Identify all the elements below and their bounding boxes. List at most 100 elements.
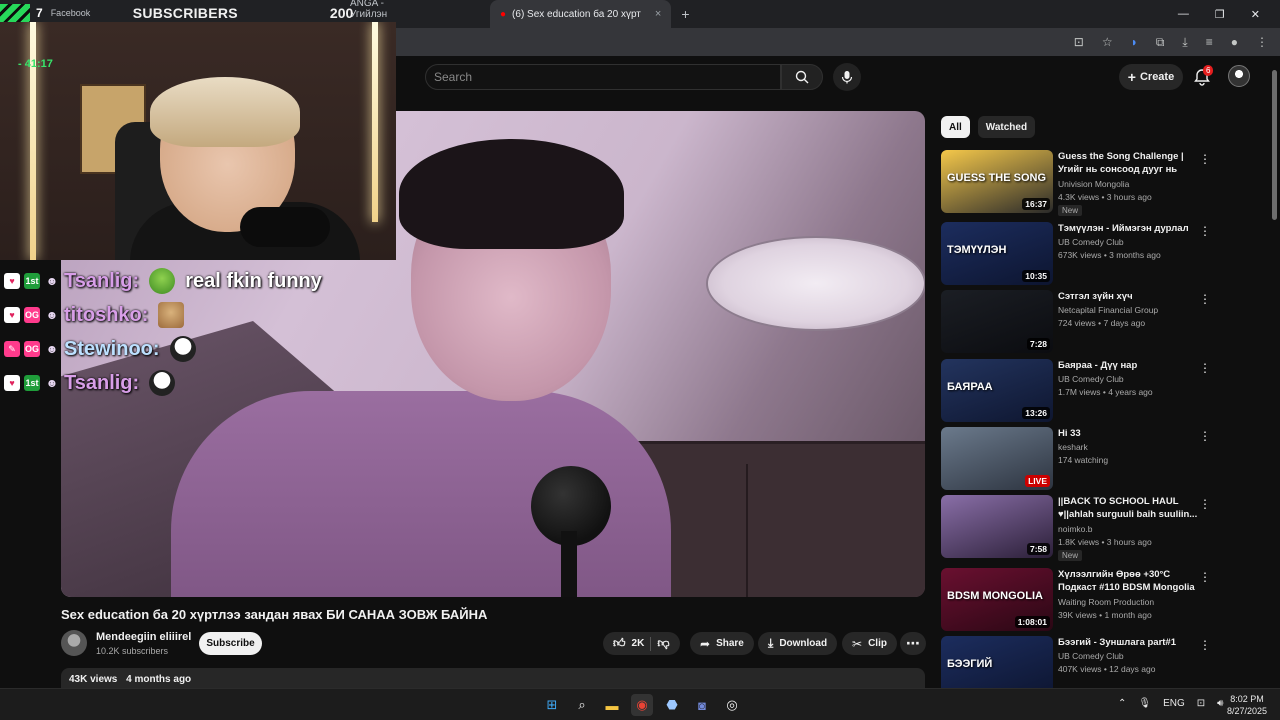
more-options-icon[interactable]: ⋮ bbox=[1199, 638, 1211, 652]
recommended-video-title[interactable]: Бээгий - Зуншлага part#1 bbox=[1058, 636, 1198, 649]
recommended-video-title[interactable]: Хүлээлгийн Өрөө +30°C Подкаст #110 BDSM … bbox=[1058, 568, 1198, 594]
recommended-video-title[interactable]: Guess the Song Challenge | Угийг нь сонс… bbox=[1058, 150, 1198, 176]
page-scrollbar[interactable] bbox=[1270, 60, 1280, 688]
minimize-icon[interactable]: — bbox=[1178, 8, 1189, 21]
new-tab-button[interactable]: + bbox=[671, 6, 699, 22]
recommended-video[interactable]: БАЯРАА 13:26 Баяраа - Дүү нар UB Comedy Clu… bbox=[941, 359, 1221, 423]
steam-icon[interactable]: ⬣ bbox=[661, 694, 683, 716]
file-explorer-icon[interactable]: ▬ bbox=[601, 694, 623, 716]
recommended-channel-name[interactable]: Univision Mongolia bbox=[1058, 179, 1129, 189]
recommended-video-title[interactable]: Баяраа - Дүү нар bbox=[1058, 359, 1198, 372]
recommended-video-title[interactable]: Hi 33 bbox=[1058, 427, 1198, 440]
clip-button[interactable]: ✂ Clip bbox=[842, 632, 897, 655]
plus-icon: + bbox=[1127, 69, 1136, 85]
puzzle-icon[interactable]: ⧉ bbox=[1156, 35, 1165, 50]
subscribe-button[interactable]: Subscribe bbox=[199, 632, 262, 655]
menu-icon[interactable]: ⋮ bbox=[1256, 35, 1268, 50]
video-thumbnail[interactable]: ТЭМҮҮЛЭН 10:35 bbox=[941, 222, 1053, 285]
description-box[interactable]: 43K views 4 months ago bbox=[61, 668, 925, 688]
video-thumbnail[interactable]: 7:58 bbox=[941, 495, 1053, 558]
mask-badge-icon: ☻ bbox=[45, 274, 59, 288]
more-options-icon[interactable]: ⋮ bbox=[1199, 292, 1211, 306]
heart-badge-icon: ♥ bbox=[4, 273, 20, 289]
tray-overflow-icon[interactable]: ⌃ bbox=[1118, 698, 1126, 709]
dog-emote-icon bbox=[149, 370, 176, 396]
windows-start-icon[interactable]: ⊞ bbox=[541, 694, 563, 716]
video-thumbnail[interactable]: БАЯРАА 13:26 bbox=[941, 359, 1053, 422]
discord-icon[interactable]: ◙ bbox=[691, 694, 713, 716]
recommended-video[interactable]: 7:58 ||BACK TO SCHOOL HAUL ♥||ahlah surgu… bbox=[941, 495, 1221, 561]
voice-search-button[interactable] bbox=[833, 63, 861, 91]
create-button[interactable]: + Create bbox=[1119, 64, 1183, 90]
install-icon[interactable]: ⊡ bbox=[1074, 35, 1084, 50]
close-window-icon[interactable]: ✕ bbox=[1251, 8, 1260, 21]
recommended-video-title[interactable]: ||BACK TO SCHOOL HAUL ♥||ahlah surguuli … bbox=[1058, 495, 1198, 521]
download-icon[interactable]: ⤓ bbox=[1182, 35, 1187, 50]
more-actions-button[interactable]: ⋯ bbox=[900, 632, 926, 655]
search-box[interactable] bbox=[425, 64, 781, 90]
video-thumbnail[interactable]: 7:28 bbox=[941, 290, 1053, 353]
search-input[interactable] bbox=[434, 70, 780, 84]
recommended-video[interactable]: BDSM MONGOLIA 1:08:01 Хүлээлгийн Өрөө +30°… bbox=[941, 568, 1221, 632]
recommended-channel-name[interactable]: keshark bbox=[1058, 442, 1088, 452]
more-options-icon[interactable]: ⋮ bbox=[1199, 224, 1211, 238]
more-options-icon[interactable]: ⋮ bbox=[1199, 497, 1211, 511]
chat-text: real fkin funny bbox=[185, 269, 322, 292]
heart-badge-icon: ♥ bbox=[4, 375, 20, 391]
recommended-channel-name[interactable]: noimko.b bbox=[1058, 524, 1093, 534]
recommended-channel-name[interactable]: UB Comedy Club bbox=[1058, 237, 1124, 247]
tray-mic-icon[interactable]: 🎙︎ bbox=[1138, 698, 1151, 709]
like-button[interactable]: 👍︎ 2K bbox=[613, 636, 644, 651]
live-badge: LIVE bbox=[1025, 475, 1050, 487]
volume-icon[interactable]: 🔊︎ bbox=[1217, 698, 1223, 709]
recommended-channel-name[interactable]: Waiting Room Production bbox=[1058, 597, 1154, 607]
tab-active-video[interactable]: ● (6) Sex education ба 20 хүрт × bbox=[490, 0, 672, 28]
taskbar-search-icon[interactable]: ⌕ bbox=[571, 694, 593, 716]
recommended-video[interactable]: ТЭМҮҮЛЭН 10:35 Тэмүүлэн - Иймэгэн дурлал UB… bbox=[941, 222, 1221, 286]
dislike-button[interactable]: 👎︎ bbox=[657, 636, 669, 651]
chip-watched[interactable]: Watched bbox=[977, 116, 1036, 138]
filter-chips: All Watched bbox=[941, 116, 1036, 138]
recommended-channel-name[interactable]: Netcapital Financial Group bbox=[1058, 305, 1158, 315]
restore-icon[interactable]: ❐ bbox=[1215, 8, 1225, 21]
video-thumbnail[interactable]: BDSM MONGOLIA 1:08:01 bbox=[941, 568, 1053, 631]
recommended-channel-name[interactable]: UB Comedy Club bbox=[1058, 651, 1124, 661]
recommended-video-title[interactable]: Сэтгэл зүйн хүч bbox=[1058, 290, 1198, 303]
more-options-icon[interactable]: ⋮ bbox=[1199, 570, 1211, 584]
profile-icon[interactable]: ● bbox=[1231, 35, 1238, 50]
cat-emote-icon bbox=[158, 302, 185, 328]
more-options-icon[interactable]: ⋮ bbox=[1199, 361, 1211, 375]
chip-all[interactable]: All bbox=[941, 116, 970, 138]
obs-icon[interactable]: ◎ bbox=[721, 694, 743, 716]
recommended-video[interactable]: LIVE Hi 33 keshark 174 watching ⋮ bbox=[941, 427, 1221, 491]
scrollbar-thumb[interactable] bbox=[1272, 70, 1277, 220]
overlay-stripe bbox=[0, 4, 30, 22]
taskbar-clock[interactable]: 8:02 PM 8/27/2025 bbox=[1227, 693, 1267, 717]
media-icon[interactable]: ≡ bbox=[1206, 35, 1213, 50]
network-icon[interactable]: ⊡ bbox=[1197, 698, 1205, 709]
mask-badge-icon: ☻ bbox=[45, 308, 59, 322]
extension-icon[interactable]: ◗ bbox=[1131, 35, 1138, 50]
more-options-icon[interactable]: ⋮ bbox=[1199, 152, 1211, 166]
video-thumbnail[interactable]: GUESS THE SONG 16:37 bbox=[941, 150, 1053, 213]
account-avatar[interactable] bbox=[1228, 65, 1250, 87]
close-tab-icon[interactable]: × bbox=[655, 8, 661, 20]
bookmark-star-icon[interactable]: ☆ bbox=[1102, 35, 1113, 50]
more-options-icon[interactable]: ⋮ bbox=[1199, 429, 1211, 443]
video-thumbnail[interactable]: LIVE bbox=[941, 427, 1053, 490]
frog-emote-icon bbox=[149, 268, 176, 294]
recommended-video-title[interactable]: Тэмүүлэн - Иймэгэн дурлал bbox=[1058, 222, 1198, 235]
duration-badge: 13:26 bbox=[1022, 407, 1050, 419]
download-button[interactable]: ⤓ Download bbox=[758, 632, 838, 655]
system-tray: ⌃ 🎙︎ ENG ⊡ 🔊︎ bbox=[1118, 698, 1223, 709]
search-button[interactable] bbox=[781, 64, 823, 90]
duration-badge: 7:58 bbox=[1026, 543, 1050, 555]
recommended-video[interactable]: GUESS THE SONG 16:37 Guess the Song Challe… bbox=[941, 150, 1221, 216]
channel-avatar[interactable] bbox=[61, 630, 87, 656]
input-language[interactable]: ENG bbox=[1163, 698, 1185, 709]
recommended-video[interactable]: 7:28 Сэтгэл зүйн хүч Netcapital Financial … bbox=[941, 290, 1221, 354]
recommended-channel-name[interactable]: UB Comedy Club bbox=[1058, 374, 1124, 384]
channel-name[interactable]: Mendeegiin eliiirel bbox=[96, 631, 191, 643]
chrome-icon[interactable]: ◉ bbox=[631, 694, 653, 716]
share-button[interactable]: ➦ Share bbox=[690, 632, 754, 655]
